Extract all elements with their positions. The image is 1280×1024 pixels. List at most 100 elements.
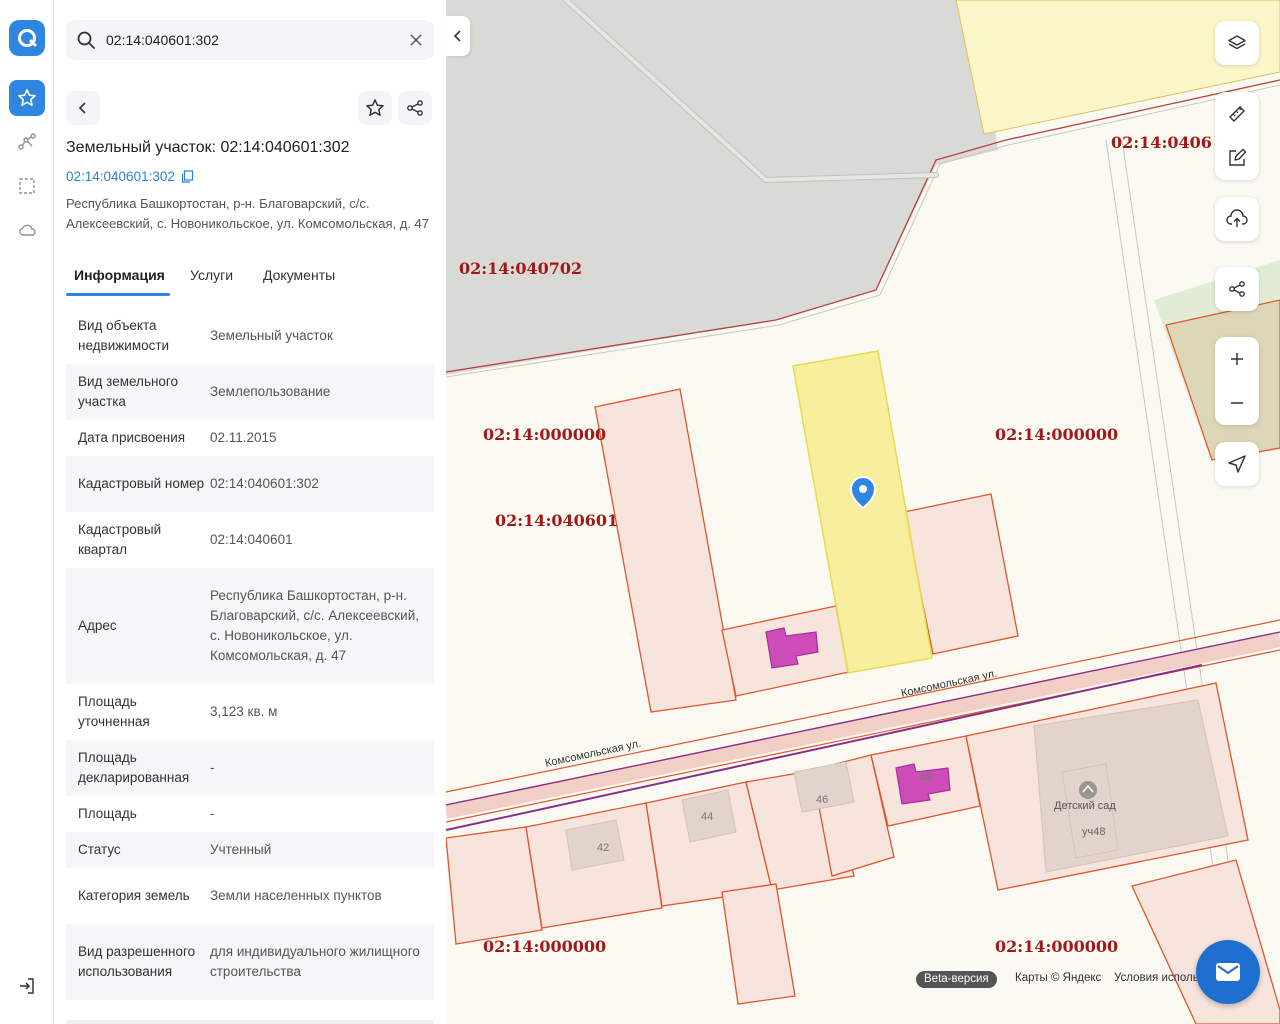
table-row: Вид земельного участка Землепользование [66,364,434,420]
favorite-button[interactable] [358,91,392,125]
star-icon [366,99,384,116]
row-key: Кадастровый номер [78,476,205,491]
table-row: Вид разрешенного использования для индиви… [66,924,434,1000]
upload-icon [1226,209,1248,227]
table-row: Вид объекта недвижимости Земельный участо… [66,308,434,364]
row-key: Дата присвоения [78,430,186,445]
row-value: - [210,760,215,775]
quarter-label: 02:14:000000 [995,425,1119,444]
info-table: Вид объекта недвижимости Земельный участо… [66,308,434,1000]
page-title: Земельный участок: 02:14:040601:302 [66,139,350,156]
route-icon [18,133,36,150]
search-icon [77,31,95,49]
house-number: 46 [816,794,829,806]
tab-active-indicator [66,293,170,296]
parcel-address: Республика Башкортостан, р-н. Благоварск… [66,196,430,231]
zoom-out-button[interactable] [1215,381,1259,425]
tab-documents[interactable]: Документы [263,262,335,296]
share-icon [1229,281,1245,297]
edit-icon [1229,148,1247,166]
share-button[interactable] [398,91,432,125]
poi-label: Детский сад [1054,800,1116,812]
quarter-label: 02:14:000000 [483,937,607,956]
row-value: - [210,806,215,821]
collapse-panel-button[interactable] [446,16,470,56]
row-key: Вид разрешенного использования [78,944,196,979]
app-logo-icon[interactable] [9,20,45,56]
row-value: для индивидуального жилищного строительс… [210,944,420,979]
route-button[interactable] [9,124,45,160]
row-key: Адрес [78,618,117,633]
clear-search-button[interactable] [406,30,426,50]
map-attribution[interactable]: Карты © Яндекс [1015,972,1101,984]
quarter-label: 02:14:040601 [495,511,619,530]
back-button[interactable] [66,91,100,125]
zoom-out-icon [1231,402,1243,404]
share-icon [407,100,423,116]
zoom-group [1215,337,1259,425]
mail-icon [1216,963,1240,981]
ruler-icon [1229,106,1245,122]
star-icon [18,89,36,106]
row-key: Категория земель [78,888,190,903]
row-key: Вид объекта недвижимости [78,318,170,353]
row-value: Республика Башкортостан, р-н. Благоварск… [210,588,419,663]
tools-group [1215,92,1259,180]
panel-divider [66,1020,434,1024]
tab-services[interactable]: Услуги [190,262,233,296]
zoom-in-button[interactable] [1215,337,1259,381]
row-value: 02:14:040601:302 [210,476,319,491]
parcel-panel: Земельный участок: 02:14:040601:302 02:1… [54,0,446,1024]
table-row: Дата присвоения 02.11.2015 [66,420,434,456]
row-value: Земли населенных пунктов [210,888,382,903]
house-number: 42 [597,842,610,854]
row-key: Площадь [78,806,137,821]
cad-number-text[interactable]: 02:14:040601:302 [66,169,175,184]
search-input[interactable] [106,20,396,60]
ruler-button[interactable] [1215,92,1259,136]
row-value: 3,123 кв. м [210,704,278,719]
favorites-button[interactable] [9,80,45,116]
layers-icon [1228,35,1246,50]
row-key: Площадь декларированная [78,750,190,785]
beta-badge: Beta-версия [916,971,997,988]
search-box [66,20,434,60]
cad-number-link[interactable]: 02:14:040601:302 [66,169,194,184]
copy-icon[interactable] [181,170,194,183]
quarter-label: 02:14:040702 [459,259,583,278]
row-value: 02:14:040601 [210,532,293,547]
layers-button[interactable] [1215,21,1259,65]
row-key: Кадастровый квартал [78,522,162,557]
chevron-left-icon [453,30,461,42]
row-value: Земельный участок [210,328,333,343]
cloud-icon [19,224,36,236]
quarter-label: 02:14:0406 [1111,133,1212,152]
map-share-button[interactable] [1215,267,1259,311]
table-row: Кадастровый номер 02:14:040601:302 [66,456,434,512]
row-key: Вид земельного участка [78,374,179,409]
cloud-button[interactable] [9,212,45,248]
tab-information[interactable]: Информация [74,262,165,296]
quarter-label: 02:14:000000 [995,937,1119,956]
quarter-label: 02:14:000000 [483,425,607,444]
terms-link[interactable]: Условия исполь [1114,972,1199,984]
row-value: Землепользование [210,384,331,399]
select-area-icon [19,178,35,194]
house-number: 48 [920,772,933,784]
contact-button[interactable] [1196,940,1260,1004]
table-row: Адрес Республика Башкортостан, р-н. Благо… [66,568,434,684]
logout-button[interactable] [9,968,45,1004]
close-icon [410,34,422,46]
table-row: Статус Учтенный [66,832,434,868]
table-row: Площадь - [66,796,434,832]
row-key: Площадь уточненная [78,694,150,729]
row-value: 02.11.2015 [210,430,277,445]
edit-button[interactable] [1215,136,1259,180]
row-key: Статус [78,842,121,857]
upload-button[interactable] [1215,197,1259,241]
locate-button[interactable] [1215,442,1259,486]
map-view[interactable]: 02:14:040702 02:14:000000 02:14:000000 0… [446,0,1280,1024]
select-area-button[interactable] [9,168,45,204]
app-rail [0,0,54,1024]
logout-icon [20,978,34,994]
